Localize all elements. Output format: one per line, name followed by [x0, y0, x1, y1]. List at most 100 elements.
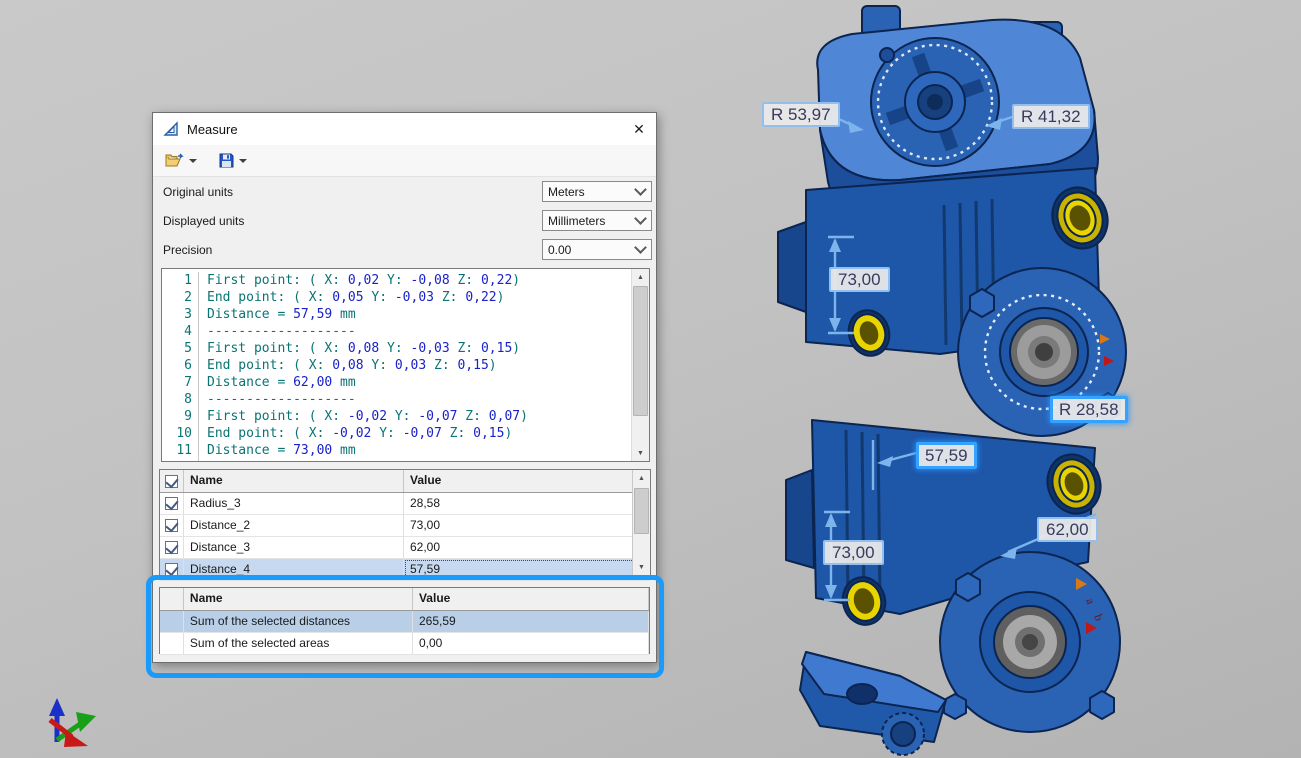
line-number: 11: [162, 442, 199, 459]
dialog-toolbar: [153, 145, 656, 176]
log-line: 7 Distance = 62,00 mm: [162, 374, 631, 391]
log-line: 12: [162, 459, 631, 461]
log-line: 4 -------------------: [162, 323, 631, 340]
sum-value: 0,00: [413, 633, 649, 654]
table-rows: Radius_3 28,58 Distance_2 73,00 Distance…: [160, 493, 650, 581]
log-line: 9 First point: ( X: -0,02 Y: -0,07 Z: 0,…: [162, 408, 631, 425]
line-text: First point: ( X: 0,02 Y: -0,08 Z: 0,22): [199, 272, 520, 289]
callout-label: 73,00: [838, 270, 881, 289]
line-number: 12: [162, 459, 199, 461]
value-column-header: Value: [413, 588, 649, 610]
chevron-down-icon: [634, 212, 647, 225]
select-all-checkbox[interactable]: [165, 475, 178, 488]
table-header: Name Value: [160, 470, 650, 493]
measurement-name: Distance_2: [184, 515, 404, 536]
line-text: [199, 459, 207, 461]
sum-value: 265,59: [413, 611, 649, 632]
scroll-up-icon[interactable]: ▲: [633, 470, 650, 486]
dimension-callout[interactable]: R 28,58: [1050, 396, 1128, 423]
line-number: 5: [162, 340, 199, 357]
folder-open-icon: [165, 153, 184, 168]
line-text: End point: ( X: 0,08 Y: 0,03 Z: 0,15): [199, 357, 497, 374]
row-checkbox[interactable]: [165, 541, 178, 554]
row-checkbox[interactable]: [165, 497, 178, 510]
log-line: 8 -------------------: [162, 391, 631, 408]
dimension-callout[interactable]: 73,00: [823, 540, 884, 565]
original-units-select[interactable]: Meters: [542, 181, 652, 202]
measurement-value: 62,00: [404, 537, 635, 558]
line-text: First point: ( X: 0,08 Y: -0,03 Z: 0,15): [199, 340, 520, 357]
callout-label: 62,00: [1046, 520, 1089, 539]
log-line: 1 First point: ( X: 0,02 Y: -0,08 Z: 0,2…: [162, 272, 631, 289]
table-row[interactable]: Sum of the selected distances 265,59: [160, 611, 649, 633]
log-line: 11 Distance = 73,00 mm: [162, 442, 631, 459]
dialog-titlebar[interactable]: Measure ✕: [153, 113, 656, 145]
measurement-value: 73,00: [404, 515, 635, 536]
line-text: -------------------: [199, 323, 356, 340]
measurement-name: Radius_3: [184, 493, 404, 514]
close-icon[interactable]: ✕: [622, 113, 656, 145]
sum-name: Sum of the selected areas: [184, 633, 413, 654]
dropdown-caret-icon: [239, 159, 247, 163]
line-text: Distance = 62,00 mm: [199, 374, 356, 391]
log-line: 3 Distance = 57,59 mm: [162, 306, 631, 323]
callout-label: R 28,58: [1059, 400, 1119, 419]
table-rows: Sum of the selected distances 265,59 Sum…: [160, 611, 649, 655]
callout-label: R 41,32: [1021, 107, 1081, 126]
table-row[interactable]: Distance_3 62,00: [160, 537, 650, 559]
measurement-log[interactable]: 1 First point: ( X: 0,02 Y: -0,08 Z: 0,2…: [161, 268, 650, 462]
dimension-callout[interactable]: 73,00: [829, 267, 890, 292]
line-number: 2: [162, 289, 199, 306]
measurements-table: Name Value Radius_3 28,58 Distance_2 73,…: [159, 469, 651, 576]
callout-label: R 53,97: [771, 105, 831, 124]
orientation-triad-icon: [49, 698, 96, 747]
name-column-header: Name: [184, 470, 404, 492]
callout-label: 57,59: [925, 446, 968, 465]
log-line: 6 End point: ( X: 0,08 Y: 0,03 Z: 0,15): [162, 357, 631, 374]
dimension-callout[interactable]: R 41,32: [1012, 104, 1090, 129]
dimension-callout[interactable]: R 53,97: [762, 102, 840, 127]
dimension-callout[interactable]: 62,00: [1037, 517, 1098, 542]
line-text: End point: ( X: -0,02 Y: -0,07 Z: 0,15): [199, 425, 512, 442]
chevron-down-icon: [634, 241, 647, 254]
table-row[interactable]: Sum of the selected areas 0,00: [160, 633, 649, 655]
measure-dialog: Measure ✕ Original units Meters: [152, 112, 657, 663]
table-scrollbar[interactable]: ▲ ▼: [632, 470, 650, 575]
line-number: 9: [162, 408, 199, 425]
line-text: First point: ( X: -0,02 Y: -0,07 Z: 0,07…: [199, 408, 528, 425]
measurement-name: Distance_3: [184, 537, 404, 558]
line-text: End point: ( X: 0,05 Y: -0,03 Z: 0,22): [199, 289, 504, 306]
open-button[interactable]: [161, 150, 201, 171]
dropdown-caret-icon: [189, 159, 197, 163]
row-checkbox[interactable]: [165, 563, 178, 576]
sums-table: Name Value Sum of the selected distances…: [159, 587, 650, 654]
line-number: 10: [162, 425, 199, 442]
table-row[interactable]: Distance_2 73,00: [160, 515, 650, 537]
log-scrollbar[interactable]: ▲ ▼: [631, 269, 649, 461]
table-row[interactable]: Radius_3 28,58: [160, 493, 650, 515]
line-number: 7: [162, 374, 199, 391]
displayed-units-label: Displayed units: [163, 214, 244, 228]
displayed-units-select[interactable]: Millimeters: [542, 210, 652, 231]
callout-label: 73,00: [832, 543, 875, 562]
line-number: 8: [162, 391, 199, 408]
measurement-value: 57,59: [404, 559, 635, 580]
measurement-value: 28,58: [404, 493, 635, 514]
log-line: 5 First point: ( X: 0,08 Y: -0,03 Z: 0,1…: [162, 340, 631, 357]
original-units-label: Original units: [163, 185, 233, 199]
scroll-down-icon[interactable]: ▼: [632, 445, 649, 461]
table-row[interactable]: Distance_4 57,59: [160, 559, 650, 581]
log-line: 2 End point: ( X: 0,05 Y: -0,03 Z: 0,22): [162, 289, 631, 306]
dimension-callout[interactable]: 57,59: [916, 442, 977, 469]
precision-select[interactable]: 0.00: [542, 239, 652, 260]
scroll-thumb[interactable]: [633, 286, 648, 416]
row-checkbox[interactable]: [165, 519, 178, 532]
scroll-thumb[interactable]: [634, 488, 649, 534]
line-number: 3: [162, 306, 199, 323]
precision-label: Precision: [163, 243, 212, 257]
scroll-down-icon[interactable]: ▼: [633, 559, 650, 575]
sum-name: Sum of the selected distances: [184, 611, 413, 632]
scroll-up-icon[interactable]: ▲: [632, 269, 649, 285]
log-lines: 1 First point: ( X: 0,02 Y: -0,08 Z: 0,2…: [162, 269, 631, 461]
save-button[interactable]: [215, 150, 251, 171]
